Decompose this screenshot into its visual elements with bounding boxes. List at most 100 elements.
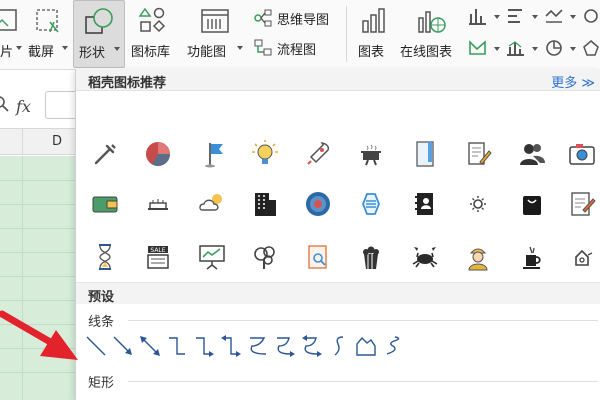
popcorn-icon[interactable] — [355, 241, 387, 273]
ribbon-divider — [346, 6, 347, 62]
more-link[interactable]: 更多 ≫ — [551, 72, 595, 91]
pie-chart-icon[interactable] — [142, 138, 174, 170]
bell-icon[interactable] — [566, 241, 598, 273]
line-chart-icon — [545, 9, 563, 23]
notepad-pen-icon[interactable] — [462, 138, 494, 170]
more-chart-button[interactable] — [582, 6, 600, 28]
chevron-down-icon — [494, 47, 500, 51]
preset-label: 预设 — [88, 290, 115, 305]
cooking-pot-icon[interactable] — [355, 138, 387, 170]
online-chart-button[interactable]: 在线图表 — [398, 0, 462, 68]
online-chart-label: 在线图表 — [400, 45, 453, 60]
fx-label[interactable]: fx — [16, 97, 31, 116]
camera-icon[interactable] — [566, 138, 598, 170]
section-divider — [128, 381, 598, 382]
lightbulb-icon[interactable] — [249, 138, 281, 170]
column-header-row: D — [0, 128, 80, 155]
online-chart-icon — [418, 11, 446, 33]
row-line — [0, 228, 80, 229]
picture-button[interactable]: 片 — [0, 0, 28, 68]
double-chevron-icon: ≫ — [581, 76, 595, 91]
search-document-icon[interactable] — [302, 241, 334, 273]
bar-chart-button[interactable] — [506, 6, 540, 28]
curved-arrow-connector-icon[interactable] — [273, 334, 297, 358]
rectangle-label: 矩形 — [88, 376, 115, 391]
curve-icon[interactable] — [327, 334, 351, 358]
bookmark-icon[interactable] — [409, 138, 441, 170]
function-chart-label: 功能图 — [187, 45, 227, 60]
line-shapes-row — [84, 334, 424, 360]
crab-icon[interactable] — [409, 241, 441, 273]
radar-chart-icon — [583, 40, 599, 56]
elbow-connector-icon[interactable] — [165, 334, 189, 358]
stock-chart-button[interactable] — [506, 38, 540, 60]
cloud-sun-icon[interactable] — [196, 188, 228, 220]
target-icon[interactable] — [302, 188, 334, 220]
icon-library-label: 图标库 — [131, 45, 171, 60]
flowchart-button[interactable]: 流程图 — [253, 37, 316, 59]
pie-chart-small-icon — [584, 9, 598, 23]
line-chart-button[interactable] — [544, 6, 578, 28]
curved-double-arrow-icon[interactable] — [300, 334, 324, 358]
elbow-double-arrow-icon[interactable] — [219, 334, 243, 358]
curved-connector-icon[interactable] — [246, 334, 270, 358]
shapes-label: 形状 — [79, 46, 106, 61]
bar-chart-icon — [362, 8, 385, 33]
mindmap-button[interactable]: 思维导图 — [253, 7, 329, 29]
elbow-arrow-connector-icon[interactable] — [192, 334, 216, 358]
flowchart-icon — [254, 39, 272, 56]
wallet-icon[interactable] — [89, 188, 121, 220]
chevron-down-icon — [494, 15, 500, 19]
chevron-down-icon — [237, 46, 243, 50]
icon-library-icon — [138, 7, 166, 33]
scribble-icon[interactable] — [381, 334, 405, 358]
mindmap-label: 思维导图 — [277, 12, 330, 28]
sale-sign-icon[interactable]: SALE — [142, 241, 174, 273]
arrow-shape-icon[interactable] — [111, 334, 135, 358]
sun-icon[interactable] — [462, 188, 494, 220]
syringe-icon[interactable] — [89, 138, 121, 170]
edit-document-icon[interactable] — [566, 188, 598, 220]
freeform-icon[interactable] — [354, 334, 378, 358]
picture-icon — [0, 9, 17, 31]
hourglass-icon[interactable] — [89, 241, 121, 273]
rocket-icon[interactable] — [302, 138, 334, 170]
row-line — [0, 276, 80, 277]
row-line — [0, 252, 80, 253]
radar-chart-button[interactable] — [582, 38, 600, 60]
icon-recommend-header: 稻壳图标推荐 更多 ≫ — [76, 69, 600, 91]
double-arrow-shape-icon[interactable] — [138, 334, 162, 358]
chevron-down-icon — [62, 46, 68, 50]
tree-icon[interactable] — [249, 241, 281, 273]
flag-icon[interactable] — [199, 138, 231, 170]
shapes-icon — [85, 8, 113, 34]
formula-bar: fx — [0, 71, 85, 121]
shapes-button[interactable]: 形状 — [73, 0, 125, 68]
function-chart-icon — [201, 9, 229, 33]
column-header-d[interactable]: D — [52, 134, 62, 149]
shopping-bag-icon[interactable] — [516, 188, 548, 220]
flowchart-label: 流程图 — [277, 42, 317, 58]
screenshot-button[interactable]: 截屏 — [26, 0, 72, 68]
column-chart-button[interactable] — [468, 6, 502, 28]
chart-button[interactable]: 图表 — [352, 0, 396, 68]
presentation-icon[interactable] — [196, 241, 228, 273]
cake-icon[interactable] — [142, 188, 174, 220]
function-chart-button[interactable]: 功能图 — [185, 0, 245, 68]
pie-chart-button[interactable] — [544, 38, 578, 60]
section-divider — [128, 320, 598, 321]
cup-icon[interactable] — [516, 241, 548, 273]
contacts-book-icon[interactable] — [409, 188, 441, 220]
users-icon[interactable] — [516, 138, 548, 170]
search-icon[interactable] — [0, 95, 12, 115]
icon-library-button[interactable]: 图标库 — [128, 0, 178, 68]
building-icon[interactable] — [249, 188, 281, 220]
column-chart-icon — [469, 9, 486, 25]
hexagon-icon[interactable] — [355, 188, 387, 220]
lines-label: 线条 — [88, 315, 115, 330]
row-line — [0, 180, 80, 181]
chevron-down-icon — [532, 47, 538, 51]
chevron-down-icon — [114, 47, 120, 51]
worker-icon[interactable] — [462, 241, 494, 273]
area-chart-button[interactable] — [468, 38, 502, 60]
